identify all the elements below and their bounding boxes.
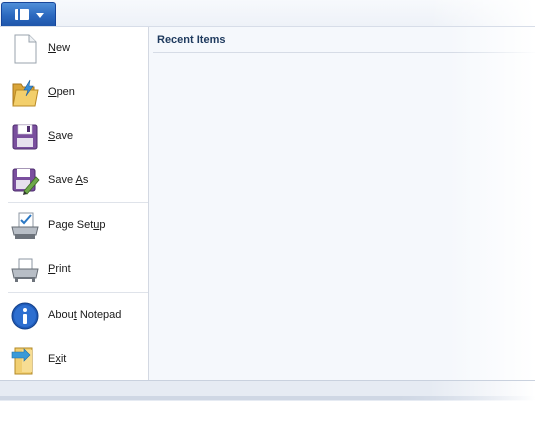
exit-icon bbox=[11, 347, 33, 375]
application-menu-button[interactable] bbox=[1, 2, 56, 26]
menu-item-label: Save bbox=[48, 130, 74, 142]
menu-items-column: New Open Save Save As Page Setup Print A… bbox=[0, 27, 148, 380]
recent-items-pane: Recent Items bbox=[149, 27, 535, 380]
menu-item-open[interactable]: Open bbox=[0, 71, 148, 115]
page-setup-icon bbox=[11, 212, 39, 239]
new-document-icon bbox=[14, 34, 37, 64]
recent-items-header: Recent Items bbox=[157, 34, 226, 46]
menu-item-label: Page Setup bbox=[48, 219, 106, 231]
chevron-down-icon bbox=[36, 13, 44, 18]
recent-items-divider bbox=[153, 52, 535, 53]
notepad-menu-icon bbox=[15, 9, 29, 20]
menu-item-new[interactable]: New bbox=[0, 27, 148, 71]
menu-separator bbox=[8, 292, 148, 293]
menu-item-about-notepad[interactable]: About Notepad bbox=[0, 294, 148, 338]
menu-item-page-setup[interactable]: Page Setup bbox=[0, 204, 148, 248]
menu-item-exit[interactable]: Exit bbox=[0, 338, 148, 382]
menu-item-save[interactable]: Save bbox=[0, 115, 148, 159]
app-menu-window: New Open Save Save As Page Setup Print A… bbox=[0, 0, 535, 440]
menu-separator bbox=[8, 202, 148, 203]
printer-icon bbox=[11, 258, 39, 282]
menu-item-label: Exit bbox=[48, 353, 67, 365]
menu-item-label: Print bbox=[48, 263, 71, 275]
title-bar bbox=[0, 0, 535, 27]
menu-item-label: About Notepad bbox=[48, 309, 122, 321]
save-as-icon bbox=[12, 168, 40, 195]
menu-item-label: Save As bbox=[48, 174, 89, 186]
menu-item-save-as[interactable]: Save As bbox=[0, 159, 148, 203]
open-folder-icon bbox=[12, 79, 39, 107]
save-disk-icon bbox=[12, 124, 38, 150]
menu-item-label: New bbox=[48, 42, 71, 54]
menu-item-print[interactable]: Print bbox=[0, 248, 148, 292]
info-icon bbox=[11, 302, 39, 330]
menu-item-label: Open bbox=[48, 86, 75, 98]
